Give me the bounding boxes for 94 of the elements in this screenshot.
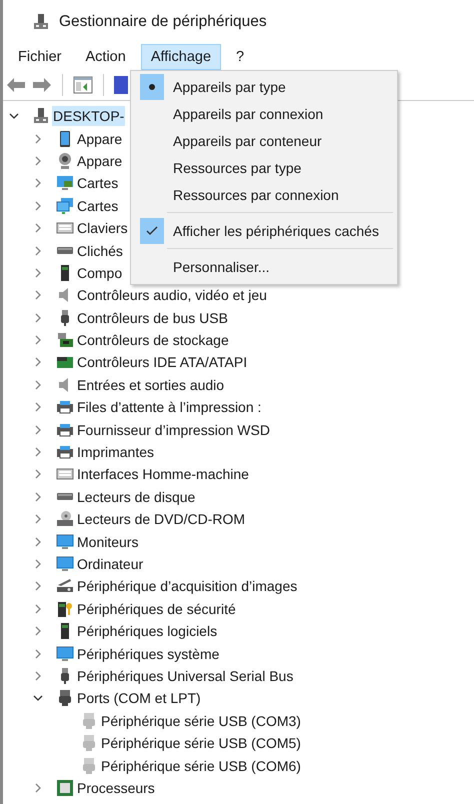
expand-icon[interactable] [33,178,43,188]
expand-icon[interactable] [33,290,43,300]
tree-item[interactable]: Interfaces Homme-machine [76,464,250,484]
tree-item[interactable]: Appare [76,128,124,149]
menu-option[interactable]: Appareils par connexion [131,100,397,127]
monitor-icon [56,555,74,573]
port-icon [80,734,98,752]
tree-item[interactable]: Périphérique série USB (COM5) [100,733,302,754]
tree-item[interactable]: Claviers [76,218,129,238]
expand-icon[interactable] [33,424,43,435]
expand-icon[interactable] [33,335,43,346]
tree-item[interactable]: Compo [76,262,124,283]
expand-icon[interactable] [33,156,43,166]
tree-item[interactable]: Périphériques système [76,644,220,664]
tree-item[interactable]: Files d’attente à l’impression : [76,397,262,418]
tree-item[interactable]: Périphérique série USB (COM6) [100,756,302,776]
expand-icon[interactable] [33,492,43,502]
menu-item[interactable]: ? [227,44,254,70]
drive-icon [56,492,74,501]
expand-icon[interactable] [33,312,43,323]
network-icon [56,196,74,215]
key-icon [56,600,74,618]
expand-icon[interactable] [33,134,43,144]
collapse-icon[interactable] [9,111,19,122]
back-icon[interactable] [6,77,26,93]
tree-item[interactable]: Fournisseur d’impression WSD [76,420,271,440]
tree-item[interactable]: Imprimantes [76,442,156,462]
webcam-icon [56,152,74,170]
menu-option[interactable]: Afficher les périphériques cachés [131,217,397,244]
expand-icon[interactable] [33,626,43,636]
disc-drive-icon [56,510,74,528]
expand-icon[interactable] [33,246,43,256]
tree-item[interactable]: Entrées et sorties audio [76,374,226,395]
collapse-icon[interactable] [33,693,43,704]
display-card-icon [56,174,74,192]
tree-item[interactable]: Contrôleurs audio, vidéo et jeu [76,285,268,306]
menu-option[interactable]: Appareils par type [131,73,397,100]
tree-item[interactable]: Contrôleurs de bus USB [76,308,229,328]
menu-item[interactable]: Affichage [140,44,222,70]
properties-icon[interactable] [73,76,93,94]
menu-item[interactable]: Action [76,44,135,70]
printer-icon [56,443,74,462]
expand-icon[interactable] [33,604,43,614]
expand-icon[interactable] [33,380,43,390]
tree-item[interactable]: Processeurs [76,778,156,798]
tree-item[interactable]: Contrôleurs de stockage [76,330,230,350]
tree-item[interactable]: Cartes [76,196,120,216]
tree-item[interactable]: Périphérique d’acquisition d’images [76,576,298,596]
tree-item[interactable]: Cartes [76,173,120,194]
menu-item[interactable]: Fichier [9,44,71,70]
tree-item[interactable]: Ordinateur [76,554,144,574]
expand-icon[interactable] [33,514,43,524]
expand-icon[interactable] [33,670,43,681]
tree-item[interactable]: Appare [76,150,124,171]
monitor-icon [56,532,74,551]
expand-icon[interactable] [33,536,43,547]
tree-item[interactable]: Périphériques logiciels [76,621,218,642]
chip-icon [56,778,74,797]
tree-item[interactable]: Contrôleurs IDE ATA/ATAPI [76,352,248,372]
tree-item[interactable]: Périphérique série USB (COM3) [100,710,302,731]
expand-icon[interactable] [33,447,43,458]
expand-icon[interactable] [33,469,43,480]
printer-icon [56,398,74,416]
expand-icon[interactable] [33,581,43,592]
port-icon [80,756,98,775]
tree-item[interactable]: Lecteurs de DVD/CD-ROM [76,509,246,530]
expand-icon[interactable] [33,402,43,412]
tree-item[interactable]: Clichés [76,240,124,261]
computer-icon [32,13,50,31]
window-title: Gestionnaire de périphériques [59,13,267,31]
computer-icon [32,107,50,126]
tree-item[interactable]: Périphériques de sécurité [76,598,237,619]
tree-item[interactable]: Moniteurs [76,532,140,552]
port-icon [80,712,98,730]
menu-option[interactable]: Personnaliser... [131,253,397,280]
drive-icon [56,246,74,255]
tree-item[interactable]: Lecteurs de disque [76,486,196,507]
forward-icon[interactable] [32,77,52,93]
tree-item[interactable]: Périphériques Universal Serial Bus [76,666,294,686]
expand-icon[interactable] [33,200,43,211]
tree-item[interactable]: DESKTOP- [52,106,126,126]
expand-icon[interactable] [33,357,43,368]
expand-icon[interactable] [33,559,43,569]
expand-icon[interactable] [33,223,43,234]
port-icon [56,689,74,708]
storage-controller-icon [56,331,74,350]
expand-icon[interactable] [33,782,43,793]
monitor-icon [56,644,74,663]
menu-option[interactable]: Ressources par connexion [131,181,397,208]
menu-option[interactable]: Ressources par type [131,154,397,181]
expand-icon[interactable] [33,648,43,659]
tree-item[interactable]: Ports (COM et LPT) [76,688,202,708]
expand-icon[interactable] [33,268,43,278]
menu-option[interactable]: Appareils par conteneur [131,127,397,154]
